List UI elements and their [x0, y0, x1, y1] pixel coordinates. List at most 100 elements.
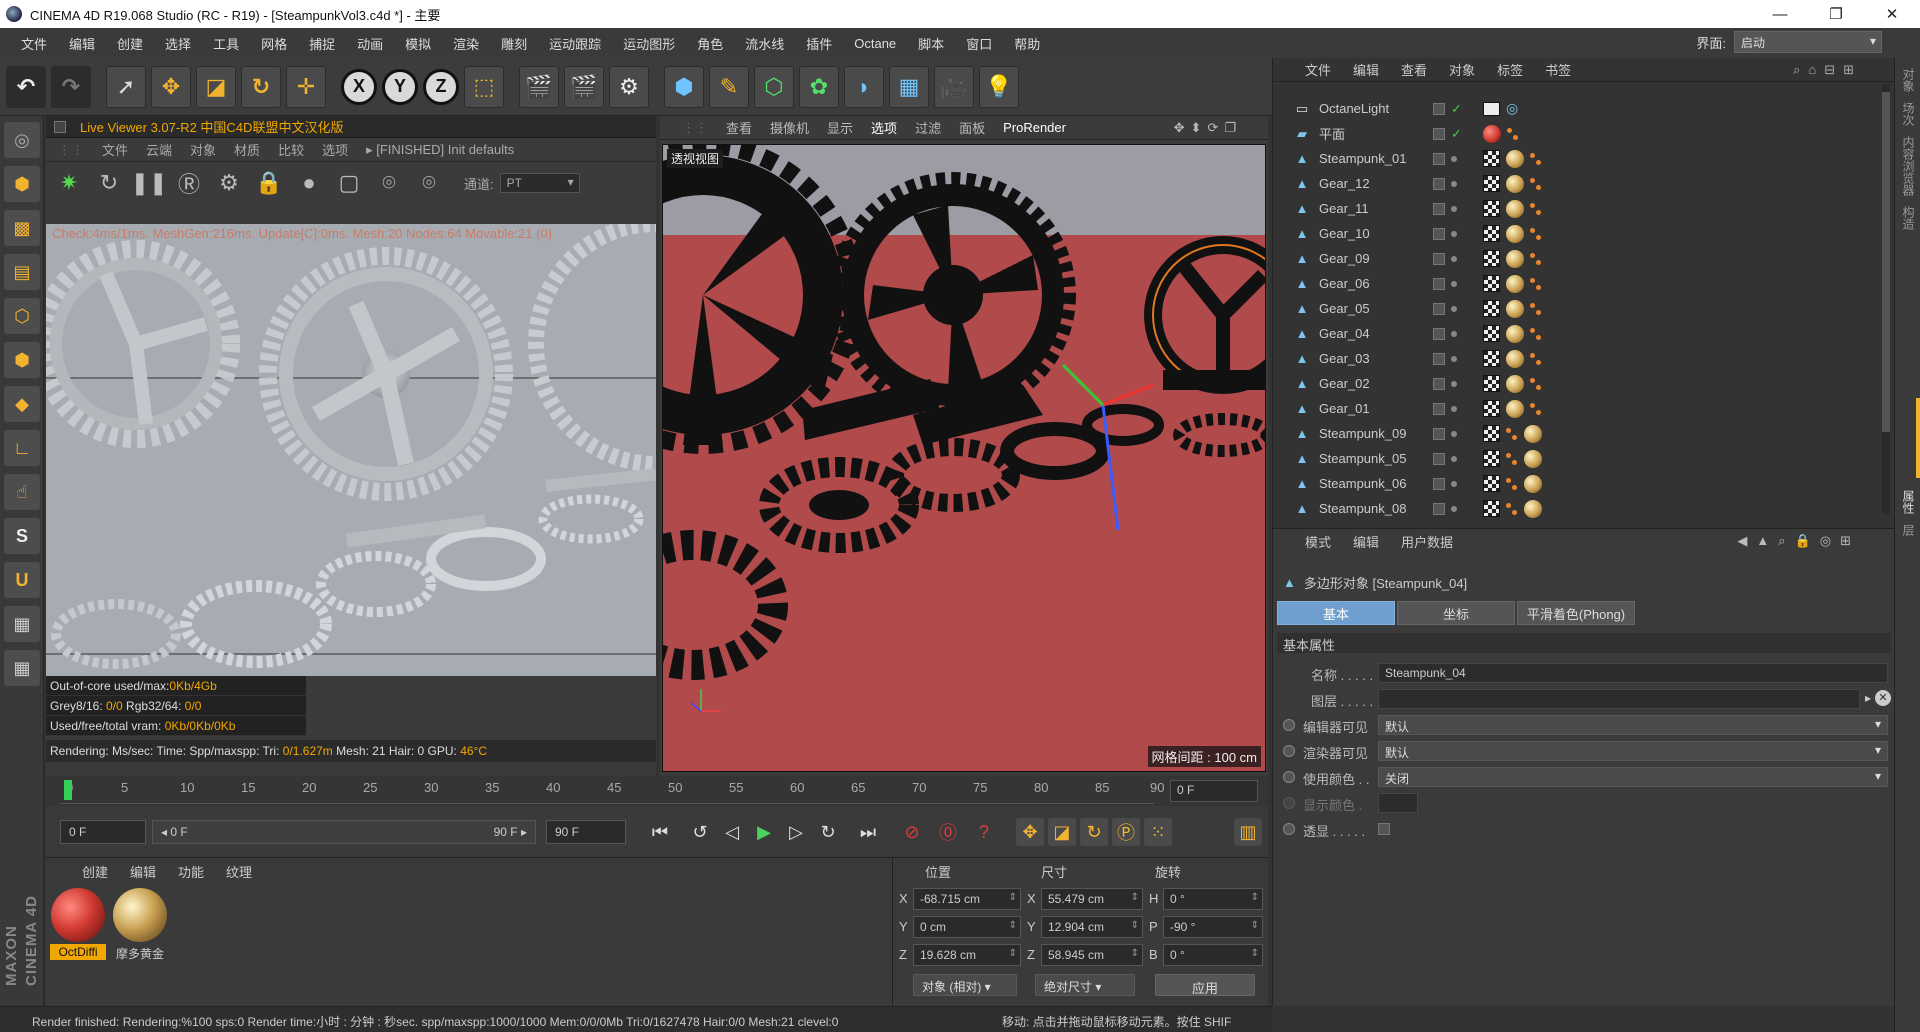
menu-window[interactable]: 窗口: [955, 34, 1003, 53]
select-cursor-icon[interactable]: ➚: [106, 65, 146, 108]
menu-plugins[interactable]: 插件: [795, 34, 843, 53]
octane-object-tag-icon[interactable]: [1483, 175, 1500, 192]
menu-script[interactable]: 脚本: [907, 34, 955, 53]
object-row-plane[interactable]: ▰ 平面 ✓: [1283, 121, 1875, 146]
pen-spline-icon[interactable]: ✎: [709, 65, 749, 108]
menu-create[interactable]: 创建: [106, 34, 154, 53]
magnet-icon[interactable]: U: [4, 562, 40, 598]
visibility-flag[interactable]: [1433, 427, 1445, 440]
uv-tag-icon[interactable]: [1530, 276, 1542, 292]
move-tool-icon[interactable]: ✥: [151, 65, 191, 108]
go-to-start-icon[interactable]: ⏮: [646, 818, 674, 846]
r-button-icon[interactable]: Ⓡ: [174, 168, 204, 198]
vp-menu-display[interactable]: 显示: [827, 118, 853, 137]
close-button[interactable]: ✕: [1864, 0, 1920, 28]
subdivision-icon[interactable]: ⬡: [754, 65, 794, 108]
menu-simulate[interactable]: 模拟: [394, 34, 442, 53]
z-axis-lock-icon[interactable]: Z: [423, 68, 459, 105]
menu-snap[interactable]: 捕捉: [298, 34, 346, 53]
object-row[interactable]: ▲ Gear_04: [1283, 321, 1875, 346]
render-settings-icon[interactable]: ⚙: [609, 65, 649, 108]
object-row[interactable]: ▲ Gear_05: [1283, 296, 1875, 321]
uv-tag-icon[interactable]: [1530, 201, 1542, 217]
display-color-swatch[interactable]: [1378, 793, 1418, 813]
channel-select[interactable]: PT: [499, 173, 580, 193]
object-row[interactable]: ▲ Gear_11: [1283, 196, 1875, 221]
go-to-end-icon[interactable]: ⏭: [854, 818, 882, 846]
y-axis-lock-icon[interactable]: Y: [382, 68, 418, 105]
coordinate-mode-select[interactable]: 对象 (相对) ▾: [913, 974, 1017, 996]
editor-visible-select[interactable]: 默认: [1378, 715, 1888, 735]
octane-object-tag-icon[interactable]: [1483, 400, 1500, 417]
am-menu-edit[interactable]: 编辑: [1353, 532, 1379, 551]
menu-mograph[interactable]: 运动图形: [612, 34, 686, 53]
rotation-b-field[interactable]: 0 °: [1163, 944, 1263, 966]
record-keys-icon[interactable]: ⊘: [898, 818, 926, 846]
enabled-dot-icon[interactable]: [1451, 405, 1457, 412]
mat-menu-edit[interactable]: 编辑: [130, 862, 156, 881]
interface-layout-select[interactable]: 启动: [1734, 31, 1882, 53]
enabled-dot-icon[interactable]: [1451, 280, 1457, 287]
gold-material-tag-icon[interactable]: [1506, 249, 1524, 268]
om-menu-objects[interactable]: 对象: [1449, 60, 1475, 79]
am-menu-user-data[interactable]: 用户数据: [1401, 532, 1453, 551]
om-menu-edit[interactable]: 编辑: [1353, 60, 1379, 79]
name-field[interactable]: Steampunk_04: [1378, 663, 1888, 683]
timeline-playhead[interactable]: [64, 780, 72, 800]
timeline-ruler[interactable]: 0 5 10 15 20 25 30 35 40 45 50 55 60 65 …: [60, 780, 1164, 804]
octane-object-tag-icon[interactable]: [1483, 450, 1500, 467]
previous-key-icon[interactable]: ↺: [686, 818, 714, 846]
uv-tag-icon[interactable]: [1507, 126, 1519, 142]
menu-render[interactable]: 渲染: [442, 34, 490, 53]
mat-menu-texture[interactable]: 纹理: [226, 862, 252, 881]
cube-primitive-icon[interactable]: ⬢: [664, 65, 704, 108]
vp-menu-options[interactable]: 选项: [871, 118, 897, 137]
previous-frame-icon[interactable]: ◁: [718, 818, 746, 846]
gold-material-tag-icon[interactable]: [1524, 474, 1542, 493]
uv-tag-icon[interactable]: [1530, 301, 1542, 317]
om-menu-tags[interactable]: 标签: [1497, 60, 1523, 79]
enabled-dot-icon[interactable]: [1451, 230, 1457, 237]
enabled-check-icon[interactable]: ✓: [1451, 126, 1462, 142]
object-row[interactable]: ▲ Gear_02: [1283, 371, 1875, 396]
undo-icon[interactable]: ↶: [6, 65, 46, 108]
uv-tag-icon[interactable]: [1506, 451, 1518, 467]
visibility-flag[interactable]: [1433, 452, 1445, 465]
tab-phong[interactable]: 平滑着色(Phong): [1517, 601, 1635, 625]
visibility-flag[interactable]: [1433, 402, 1445, 415]
mat-menu-create[interactable]: 创建: [82, 862, 108, 881]
sphere-icon[interactable]: ●: [294, 168, 324, 198]
scrollbar-thumb[interactable]: [1882, 92, 1890, 432]
gold-material-tag-icon[interactable]: [1524, 499, 1542, 518]
menu-mesh[interactable]: 网格: [250, 34, 298, 53]
enabled-check-icon[interactable]: ✓: [1451, 101, 1462, 117]
gold-material-tag-icon[interactable]: [1506, 199, 1524, 218]
om-menu-file[interactable]: 文件: [1305, 60, 1331, 79]
menu-pipeline[interactable]: 流水线: [734, 34, 795, 53]
gold-material-tag-icon[interactable]: [1506, 149, 1524, 168]
size-y-field[interactable]: 12.904 cm: [1041, 916, 1143, 938]
uv-tag-icon[interactable]: [1530, 401, 1542, 417]
animate-radio[interactable]: [1283, 823, 1295, 835]
scale-tool-icon[interactable]: ◪: [196, 65, 236, 108]
point-level-key-icon[interactable]: ⁙: [1144, 818, 1172, 846]
visibility-flag[interactable]: [1433, 177, 1445, 190]
gold-material-tag-icon[interactable]: [1506, 224, 1524, 243]
visibility-flag[interactable]: [1433, 352, 1445, 365]
scale-key-icon[interactable]: ◪: [1048, 818, 1076, 846]
menu-character[interactable]: 角色: [686, 34, 734, 53]
object-row[interactable]: ▲ Steampunk_01: [1283, 146, 1875, 171]
menu-file[interactable]: 文件: [10, 34, 58, 53]
enabled-dot-icon[interactable]: [1451, 305, 1457, 312]
object-row-octanelight[interactable]: ▭ OctaneLight ✓ ◎: [1283, 96, 1875, 121]
camera-icon[interactable]: 🎥: [934, 65, 974, 108]
om-menu-bookmarks[interactable]: 书签: [1545, 60, 1571, 79]
rotate-tool-icon[interactable]: ↻: [241, 65, 281, 108]
uv-tag-icon[interactable]: [1530, 376, 1542, 392]
octane-object-tag-icon[interactable]: [1483, 250, 1500, 267]
side-tab-objects[interactable]: 对象: [1900, 68, 1917, 92]
pause-icon[interactable]: ❚❚: [131, 168, 168, 198]
lv-menu-file[interactable]: 文件: [102, 140, 128, 159]
layer-clear-icon[interactable]: ✕: [1875, 690, 1891, 706]
pick-focus-icon[interactable]: ⌾: [374, 168, 404, 198]
